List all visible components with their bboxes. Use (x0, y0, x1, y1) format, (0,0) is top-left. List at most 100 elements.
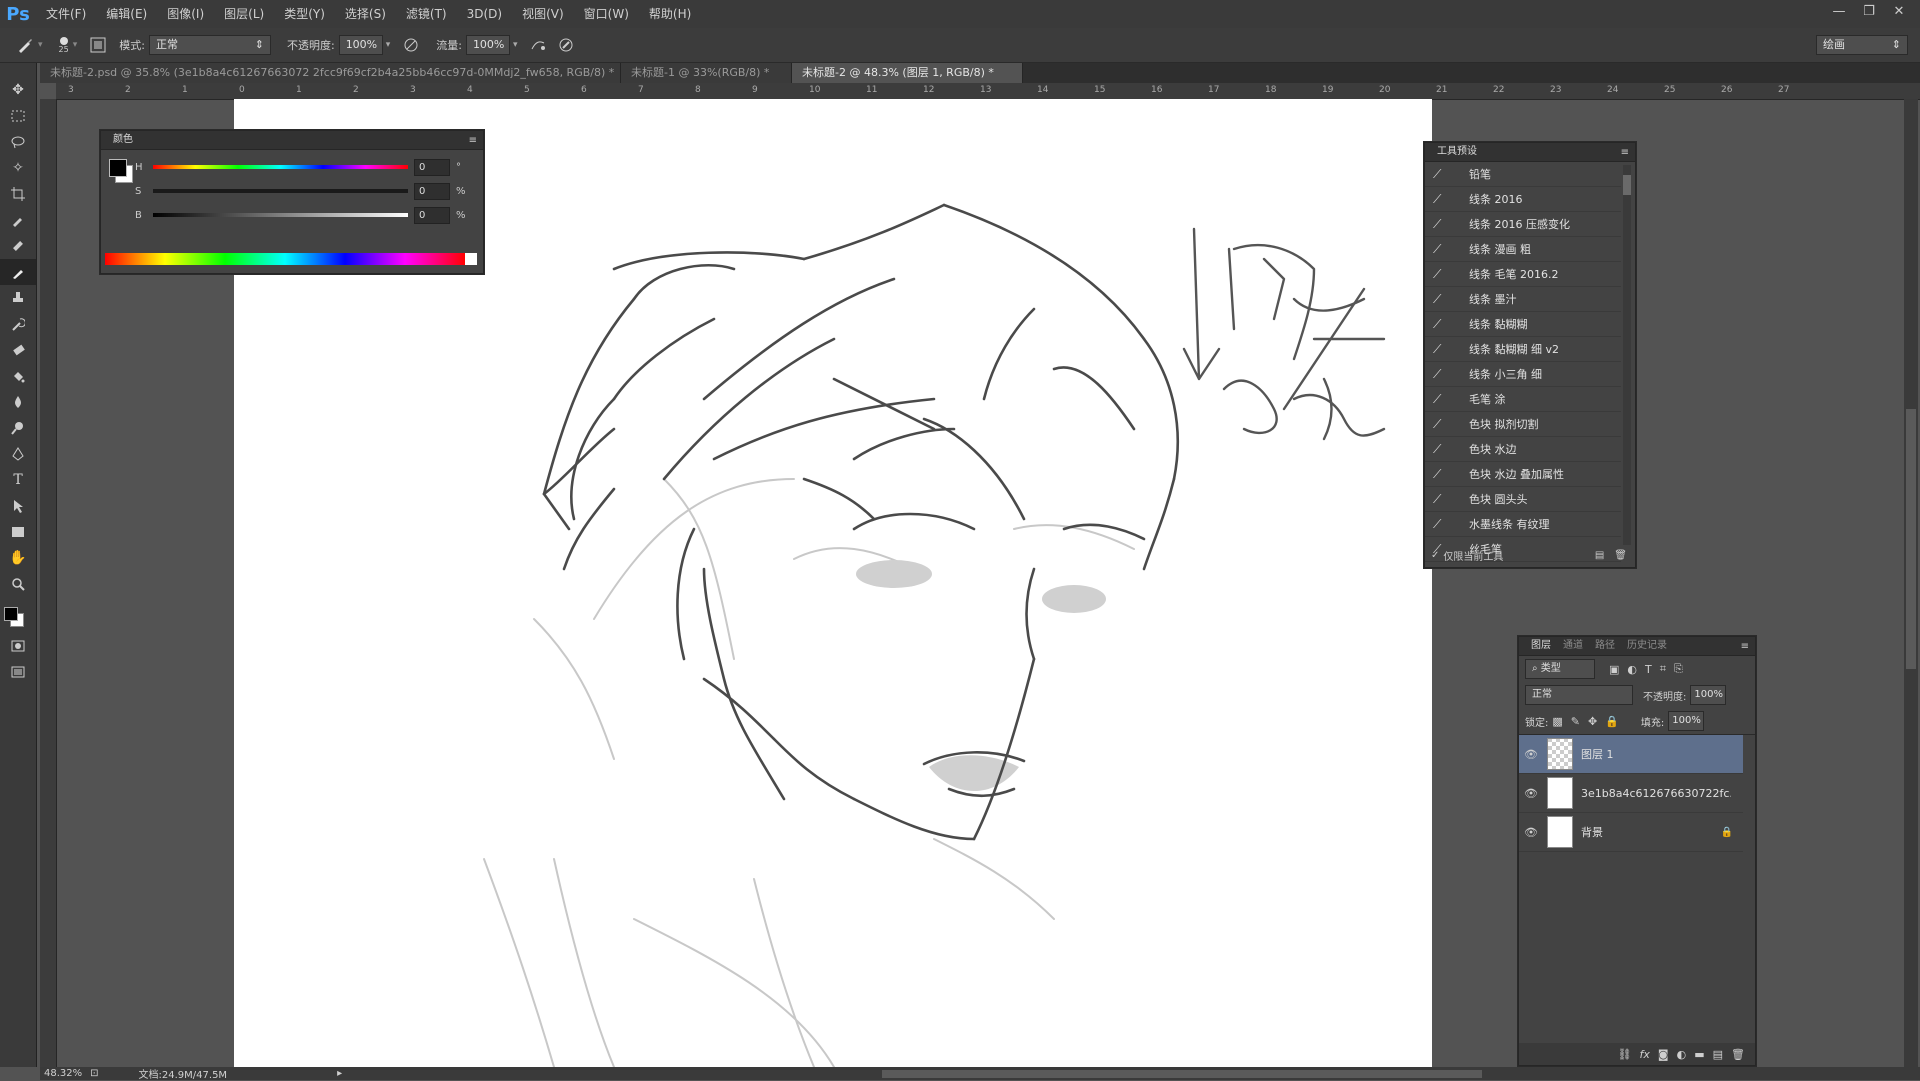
rectangle-tool-icon[interactable] (0, 519, 36, 545)
preset-item[interactable]: ⟋ 毛笔 涂 (1425, 387, 1621, 412)
color-panel-tab[interactable]: 颜色 (107, 131, 139, 149)
preset-item[interactable]: ⟋ 线条 小三角 细 (1425, 362, 1621, 387)
chevron-down-icon[interactable]: ▾ (73, 40, 78, 50)
layer-name[interactable]: 3e1b8a4c612676630722fc... (1581, 787, 1731, 800)
preset-item[interactable]: ⟋ 线条 墨汁 (1425, 287, 1621, 312)
brightness-value-input[interactable]: 0 (414, 206, 450, 224)
clone-stamp-icon[interactable] (0, 285, 36, 311)
preset-item[interactable]: ⟋ 色块 圆头头 (1425, 487, 1621, 512)
layer-filter-select[interactable]: ⌕ 类型 (1525, 659, 1595, 679)
color-swatches[interactable] (0, 603, 36, 633)
fg-bg-swatches[interactable] (107, 157, 137, 187)
doc-tab-2[interactable]: 未标题-1 @ 33%(RGB/8) * (621, 63, 792, 83)
link-layers-icon[interactable]: ⛓ (1618, 1048, 1632, 1061)
smart-object-filter-icon[interactable]: ⎘ (1674, 662, 1683, 676)
shape-filter-icon[interactable]: ⌗ (1660, 662, 1666, 676)
layer-blend-mode-select[interactable]: 正常 (1525, 685, 1633, 705)
horizontal-scroll-thumb[interactable] (882, 1069, 1483, 1078)
checkbox-icon[interactable]: ✓ (1431, 550, 1439, 561)
preset-item[interactable]: ⟋ 线条 2016 压感变化 (1425, 212, 1621, 237)
layer-name[interactable]: 图层 1 (1581, 746, 1614, 762)
layer-row[interactable]: 👁 图层 1 (1519, 735, 1743, 774)
healing-brush-icon[interactable] (0, 233, 36, 259)
workspace-select[interactable]: 绘画 ⇕ (1816, 35, 1908, 55)
lasso-tool-icon[interactable] (0, 129, 36, 155)
marquee-tool-icon[interactable] (0, 103, 36, 129)
dodge-tool-icon[interactable] (0, 415, 36, 441)
type-tool-icon[interactable]: T (0, 467, 36, 493)
menu-item[interactable]: 帮助(H) (639, 0, 701, 28)
lock-transparency-icon[interactable]: ▩ (1552, 715, 1562, 728)
preset-scrollbar[interactable] (1623, 165, 1631, 545)
lock-icon[interactable]: 🔒 (1721, 827, 1733, 838)
history-brush-icon[interactable] (0, 311, 36, 337)
add-mask-icon[interactable]: ◙ (1658, 1048, 1669, 1061)
magic-wand-icon[interactable]: ✧ (0, 155, 36, 181)
flow-input[interactable]: 100% (465, 35, 510, 55)
preset-item[interactable]: ⟋ 线条 毛笔 2016.2 (1425, 262, 1621, 287)
delete-layer-icon[interactable]: 🗑 (1731, 1048, 1745, 1061)
menu-item[interactable]: 3D(D) (457, 0, 512, 28)
preset-item[interactable]: ⟋ 线条 漫画 粗 (1425, 237, 1621, 262)
pen-tool-icon[interactable] (0, 441, 36, 467)
preset-item[interactable]: ⟋ 色块 水边 叠加属性 (1425, 462, 1621, 487)
lock-all-icon[interactable]: 🔒 (1605, 715, 1619, 728)
minimize-button[interactable]: — (1824, 0, 1854, 28)
pressure-opacity-icon[interactable] (400, 34, 422, 56)
new-layer-icon[interactable]: ▤ (1713, 1048, 1723, 1061)
panel-menu-icon[interactable]: ≡ (1621, 147, 1629, 158)
zoom-level[interactable]: 48.32% (44, 1068, 82, 1079)
delete-preset-icon[interactable]: 🗑 (1614, 550, 1627, 561)
preset-item[interactable]: ⟋ 水墨线条 有纹理 (1425, 512, 1621, 537)
preset-item[interactable]: ⟋ 色块 拟剂切割 (1425, 412, 1621, 437)
panel-menu-icon[interactable]: ≡ (469, 135, 477, 146)
menu-item[interactable]: 类型(Y) (274, 0, 335, 28)
blur-tool-icon[interactable] (0, 389, 36, 415)
adjustment-filter-icon[interactable]: ◐ (1627, 663, 1637, 676)
layer-row[interactable]: 👁 背景 🔒 (1519, 813, 1743, 852)
preset-scroll-thumb[interactable] (1623, 175, 1631, 195)
lock-position-icon[interactable]: ✥ (1588, 715, 1597, 728)
saturation-slider[interactable] (153, 189, 408, 193)
quick-mask-icon[interactable] (0, 633, 36, 659)
visibility-eye-icon[interactable]: 👁 (1519, 748, 1543, 761)
new-preset-icon[interactable]: ▤ (1595, 550, 1604, 561)
visibility-eye-icon[interactable]: 👁 (1519, 787, 1543, 800)
brightness-slider[interactable] (153, 213, 408, 217)
tab-history[interactable]: 历史记录 (1621, 637, 1673, 655)
hue-slider[interactable] (153, 165, 408, 169)
hue-value-input[interactable]: 0 (414, 158, 450, 176)
move-tool-icon[interactable]: ✥ (0, 77, 36, 103)
tool-presets-tab[interactable]: 工具预设 (1431, 143, 1483, 161)
menu-item[interactable]: 视图(V) (512, 0, 574, 28)
paint-bucket-icon[interactable] (0, 363, 36, 389)
tab-channels[interactable]: 通道 (1557, 637, 1589, 655)
layer-name[interactable]: 背景 (1581, 824, 1603, 840)
adjustment-layer-icon[interactable]: ◐ (1677, 1048, 1687, 1061)
doc-tab-3[interactable]: 未标题-2 @ 48.3% (图层 1, RGB/8) * (792, 63, 1023, 83)
panel-menu-icon[interactable]: ≡ (1741, 641, 1749, 652)
hand-tool-icon[interactable]: ✋ (0, 545, 36, 571)
screen-mode-icon[interactable] (0, 659, 36, 685)
brush-tool-icon[interactable] (14, 34, 36, 56)
vertical-scrollbar[interactable] (1904, 99, 1918, 1067)
preset-item[interactable]: ⟋ 线条 黏糊糊 (1425, 312, 1621, 337)
fill-input[interactable]: 100% (1668, 711, 1705, 731)
layer-style-icon[interactable]: fx (1640, 1048, 1650, 1061)
opacity-input[interactable]: 100% (338, 35, 383, 55)
type-filter-icon[interactable]: T (1645, 663, 1652, 676)
chevron-down-icon[interactable]: ▾ (38, 40, 43, 50)
path-selection-icon[interactable] (0, 493, 36, 519)
pressure-size-icon[interactable] (555, 34, 577, 56)
menu-item[interactable]: 滤镜(T) (396, 0, 457, 28)
lock-pixels-icon[interactable]: ✎ (1571, 715, 1580, 728)
visibility-eye-icon[interactable]: 👁 (1519, 826, 1543, 839)
opacity-dropdown-icon[interactable]: ▾ (386, 40, 391, 50)
eyedropper-icon[interactable] (0, 207, 36, 233)
preset-item[interactable]: ⟋ 线条 黏糊糊 细 v2 (1425, 337, 1621, 362)
new-group-icon[interactable]: ▬ (1694, 1048, 1704, 1061)
restore-button[interactable]: ❐ (1854, 0, 1884, 28)
white-swatch[interactable] (465, 253, 477, 265)
layer-opacity-input[interactable]: 100% (1690, 685, 1727, 705)
close-button[interactable]: ✕ (1884, 0, 1914, 28)
